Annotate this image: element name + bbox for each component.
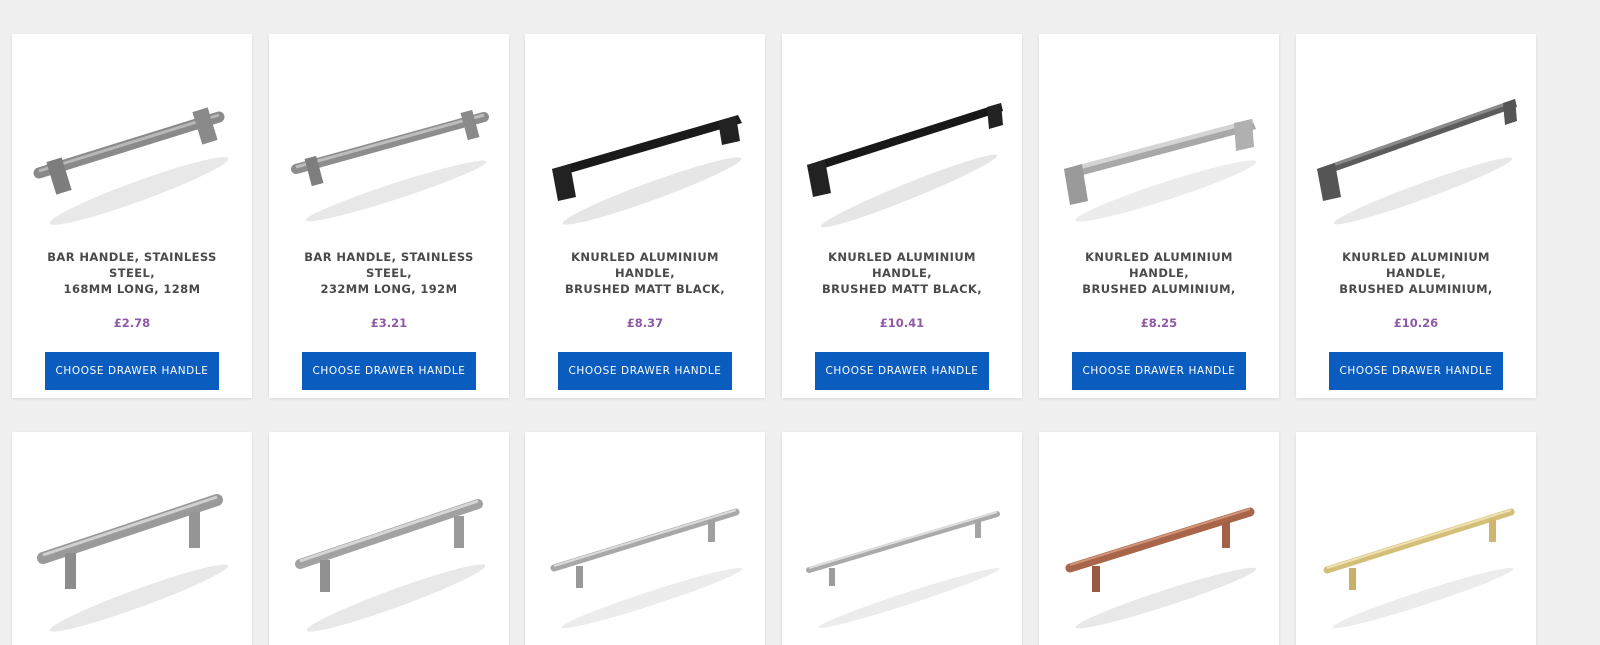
- product-price: £8.25: [1140, 316, 1178, 330]
- product-card: BAR HANDLE, STAINLESS STEEL, 168MM LONG,…: [12, 34, 252, 398]
- product-card: [525, 432, 765, 645]
- brass-t-bar-handle-icon: [1323, 508, 1515, 629]
- product-price: £10.26: [1393, 316, 1439, 330]
- black-knurled-handle-icon: [807, 103, 1003, 228]
- product-price: £2.78: [113, 316, 151, 330]
- steel-t-bar-handle-icon: [295, 499, 486, 632]
- product-image[interactable]: [286, 41, 492, 241]
- product-price: £3.21: [370, 316, 408, 330]
- product-title[interactable]: KNURLED ALUMINIUM HANDLE, BRUSHED ALUMIN…: [1053, 249, 1265, 297]
- product-image[interactable]: [1056, 41, 1262, 241]
- choose-drawer-handle-button[interactable]: CHOOSE DRAWER HANDLE: [1329, 352, 1503, 390]
- choose-drawer-handle-button[interactable]: CHOOSE DRAWER HANDLE: [1072, 352, 1246, 390]
- choose-drawer-handle-button[interactable]: CHOOSE DRAWER HANDLE: [558, 352, 732, 390]
- stainless-bar-handle-icon: [291, 109, 489, 222]
- product-image[interactable]: [799, 41, 1005, 241]
- product-grid: BAR HANDLE, STAINLESS STEEL, 168MM LONG,…: [0, 0, 1600, 645]
- product-price: £8.37: [626, 316, 664, 330]
- choose-drawer-handle-button[interactable]: CHOOSE DRAWER HANDLE: [45, 352, 219, 390]
- choose-drawer-handle-button[interactable]: CHOOSE DRAWER HANDLE: [815, 352, 989, 390]
- product-image[interactable]: [1313, 41, 1519, 241]
- product-card: KNURLED ALUMINIUM HANDLE, BRUSHED ALUMIN…: [1039, 34, 1279, 398]
- product-card: [1296, 432, 1536, 645]
- product-image[interactable]: [799, 438, 1005, 645]
- product-image[interactable]: [29, 41, 235, 241]
- product-card: [12, 432, 252, 645]
- product-card: KNURLED ALUMINIUM HANDLE, BRUSHED MATT B…: [525, 34, 765, 398]
- product-image[interactable]: [286, 438, 492, 645]
- choose-drawer-handle-button[interactable]: CHOOSE DRAWER HANDLE: [302, 352, 476, 390]
- product-price: £10.41: [879, 316, 925, 330]
- black-knurled-handle-icon: [552, 115, 742, 225]
- copper-t-bar-handle-icon: [1065, 507, 1257, 629]
- product-card: [782, 432, 1022, 645]
- steel-t-bar-handle-icon: [806, 511, 1000, 628]
- product-image[interactable]: [1056, 438, 1262, 645]
- product-card: KNURLED ALUMINIUM HANDLE, BRUSHED ALUMIN…: [1296, 34, 1536, 398]
- aluminium-knurled-handle-icon: [1317, 99, 1517, 225]
- product-title[interactable]: BAR HANDLE, STAINLESS STEEL, 168MM LONG,…: [26, 249, 238, 297]
- product-title[interactable]: BAR HANDLE, STAINLESS STEEL, 232MM LONG,…: [283, 249, 495, 297]
- product-title[interactable]: KNURLED ALUMINIUM HANDLE, BRUSHED MATT B…: [539, 249, 751, 297]
- product-title[interactable]: KNURLED ALUMINIUM HANDLE, BRUSHED MATT B…: [796, 249, 1008, 297]
- product-card: KNURLED ALUMINIUM HANDLE, BRUSHED MATT B…: [782, 34, 1022, 398]
- product-image[interactable]: [1313, 438, 1519, 645]
- product-card: BAR HANDLE, STAINLESS STEEL, 232MM LONG,…: [269, 34, 509, 398]
- stainless-bar-handle-icon: [33, 107, 229, 225]
- steel-t-bar-handle-icon: [37, 494, 229, 632]
- product-image[interactable]: [542, 41, 748, 241]
- product-card: [269, 432, 509, 645]
- product-card: [1039, 432, 1279, 645]
- product-image[interactable]: [29, 438, 235, 645]
- aluminium-knurled-handle-icon: [1064, 119, 1257, 222]
- steel-t-bar-handle-icon: [550, 508, 743, 629]
- product-image[interactable]: [542, 438, 748, 645]
- product-title[interactable]: KNURLED ALUMINIUM HANDLE, BRUSHED ALUMIN…: [1310, 249, 1522, 297]
